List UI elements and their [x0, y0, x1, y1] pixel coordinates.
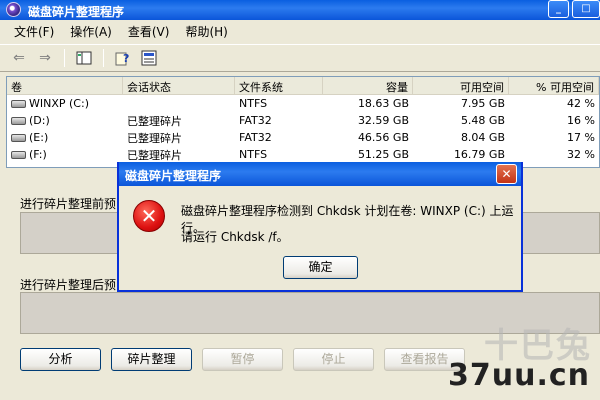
error-icon: ✕: [133, 200, 165, 232]
before-defrag-label: 进行碎片整理前预: [20, 197, 117, 211]
stop-button[interactable]: 停止: [293, 348, 374, 371]
menu-bar: 文件(F) 操作(A) 查看(V) 帮助(H): [0, 22, 600, 41]
capacity: 18.63 GB: [357, 97, 409, 110]
drive-icon: [11, 117, 26, 125]
capacity: 51.25 GB: [357, 148, 409, 161]
toolbar-separator: [64, 49, 65, 67]
free-space: 7.95 GB: [460, 97, 505, 110]
volume-list-header: 卷 会话状态 文件系统 容量 可用空间 % 可用空间: [7, 77, 599, 95]
forward-arrow-icon[interactable]: ⇒: [34, 48, 56, 68]
defrag-app-icon: [6, 2, 21, 17]
volume-name: (D:): [29, 114, 50, 127]
session-status: 已整理碎片: [127, 131, 182, 145]
col-free-space[interactable]: 可用空间: [413, 77, 509, 94]
capacity: 46.56 GB: [357, 131, 409, 144]
table-row[interactable]: (D:) 已整理碎片 FAT32 32.59 GB 5.48 GB 16 %: [7, 112, 599, 129]
table-row[interactable]: WINXP (C:) NTFS 18.63 GB 7.95 GB 42 %: [7, 95, 599, 112]
volume-name: WINXP (C:): [29, 97, 89, 110]
analyze-button[interactable]: 分析: [20, 348, 101, 371]
volume-name: (F:): [29, 148, 47, 161]
menu-view[interactable]: 查看(V): [120, 23, 178, 40]
help-icon[interactable]: ?: [112, 48, 134, 68]
ok-button[interactable]: 确定: [283, 256, 358, 279]
col-percent-free[interactable]: % 可用空间: [509, 77, 599, 94]
file-system: NTFS: [239, 148, 268, 161]
menu-action[interactable]: 操作(A): [62, 23, 120, 40]
free-space: 16.79 GB: [453, 148, 505, 161]
dialog-close-button[interactable]: ✕: [496, 164, 517, 184]
show-hide-tree-icon[interactable]: [73, 48, 95, 68]
session-status: 已整理碎片: [127, 114, 182, 128]
error-dialog: 磁盘碎片整理程序 ✕ ✕ 磁盘碎片整理程序检测到 Chkdsk 计划在卷: WI…: [117, 162, 523, 292]
col-capacity[interactable]: 容量: [323, 77, 413, 94]
maximize-button[interactable]: □: [572, 0, 600, 18]
file-system: FAT32: [239, 114, 272, 127]
title-bar: 磁盘碎片整理程序 _ □: [0, 0, 600, 20]
toolbar: ⇐ ⇒ ?: [0, 44, 600, 72]
drive-icon: [11, 100, 26, 108]
table-row[interactable]: (E:) 已整理碎片 FAT32 46.56 GB 8.04 GB 17 %: [7, 129, 599, 146]
minimize-button[interactable]: _: [548, 0, 569, 18]
dialog-title: 磁盘碎片整理程序: [125, 169, 222, 183]
col-file-system[interactable]: 文件系统: [235, 77, 323, 94]
toolbar-separator: [103, 49, 104, 67]
drive-icon: [11, 134, 26, 142]
watermark-url: 37uu.cn: [448, 358, 590, 393]
svg-text:?: ?: [123, 52, 129, 65]
session-status: 已整理碎片: [127, 148, 182, 162]
file-system: FAT32: [239, 131, 272, 144]
back-arrow-icon[interactable]: ⇐: [8, 48, 30, 68]
capacity: 32.59 GB: [357, 114, 409, 127]
dialog-title-bar: 磁盘碎片整理程序 ✕: [119, 162, 521, 186]
window-title: 磁盘碎片整理程序: [28, 5, 125, 19]
free-space: 5.48 GB: [460, 114, 505, 127]
action-buttons: 分析 碎片整理 暂停 停止 查看报告: [20, 348, 465, 371]
col-volume[interactable]: 卷: [7, 77, 123, 94]
free-space: 8.04 GB: [460, 131, 505, 144]
menu-file[interactable]: 文件(F): [6, 23, 62, 40]
percent-free: 42 %: [567, 97, 595, 110]
percent-free: 16 %: [567, 114, 595, 127]
table-row[interactable]: (F:) 已整理碎片 NTFS 51.25 GB 16.79 GB 32 %: [7, 146, 599, 163]
percent-free: 32 %: [567, 148, 595, 161]
pause-button[interactable]: 暂停: [202, 348, 283, 371]
properties-icon[interactable]: [138, 48, 160, 68]
menu-help[interactable]: 帮助(H): [177, 23, 235, 40]
drive-icon: [11, 151, 26, 159]
volume-name: (E:): [29, 131, 49, 144]
percent-free: 17 %: [567, 131, 595, 144]
col-session-status[interactable]: 会话状态: [123, 77, 235, 94]
after-defrag-label: 进行碎片整理后预: [20, 278, 117, 292]
dialog-instruction: 请运行 Chkdsk /f。: [181, 230, 289, 244]
defragment-button[interactable]: 碎片整理: [111, 348, 192, 371]
volume-list: 卷 会话状态 文件系统 容量 可用空间 % 可用空间 WINXP (C:) NT…: [6, 76, 600, 168]
file-system: NTFS: [239, 97, 268, 110]
